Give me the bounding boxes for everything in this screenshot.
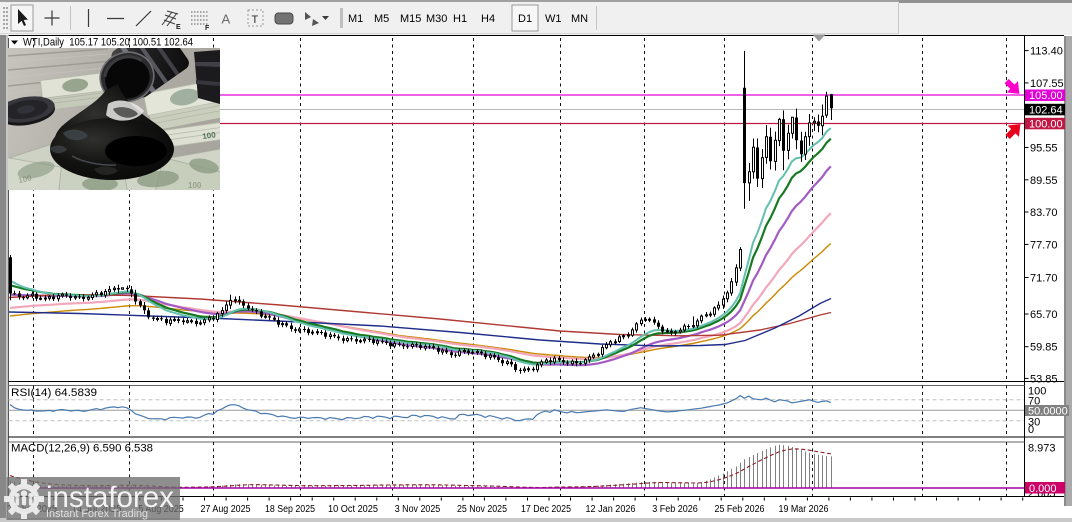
svg-text:M30: M30: [426, 13, 447, 25]
svg-text:19 Mar 2026: 19 Mar 2026: [779, 504, 829, 515]
svg-text:Instant Forex Trading: Instant Forex Trading: [46, 508, 148, 520]
svg-text:107.55: 107.55: [1030, 78, 1064, 90]
svg-text:3 Nov 2025: 3 Nov 2025: [395, 504, 441, 515]
svg-text:0.000: 0.000: [1029, 483, 1057, 495]
svg-text:H1: H1: [453, 13, 467, 25]
svg-text:M5: M5: [374, 13, 389, 25]
svg-text:100: 100: [202, 130, 217, 141]
svg-text:0: 0: [1028, 424, 1034, 436]
svg-text:T: T: [252, 14, 259, 26]
svg-text:H4: H4: [481, 13, 495, 25]
svg-text:25 Nov 2025: 25 Nov 2025: [457, 504, 507, 515]
svg-text:12 Jan 2026: 12 Jan 2026: [586, 504, 636, 515]
svg-text:71.70: 71.70: [1030, 273, 1058, 285]
svg-text:3 Feb 2026: 3 Feb 2026: [652, 504, 698, 515]
svg-text:89.55: 89.55: [1030, 175, 1058, 187]
svg-text:27 Aug 2025: 27 Aug 2025: [201, 504, 251, 515]
svg-text:RSI(14) 64.5839: RSI(14) 64.5839: [11, 387, 97, 399]
svg-text:25 Feb 2026: 25 Feb 2026: [715, 504, 765, 515]
svg-text:100.00: 100.00: [1029, 118, 1063, 130]
svg-text:17 Dec 2025: 17 Dec 2025: [521, 504, 571, 515]
svg-text:95.55: 95.55: [1030, 143, 1058, 155]
svg-text:A: A: [222, 12, 231, 27]
svg-text:83.70: 83.70: [1030, 207, 1058, 219]
svg-text:8.973: 8.973: [1028, 443, 1056, 455]
svg-text:M15: M15: [400, 13, 421, 25]
svg-text:10 Oct 2025: 10 Oct 2025: [328, 504, 378, 515]
svg-text:W1: W1: [545, 13, 562, 25]
svg-text:50.0000: 50.0000: [1028, 405, 1068, 417]
svg-text:18 Sep 2025: 18 Sep 2025: [265, 504, 315, 515]
svg-text:M1: M1: [348, 13, 363, 25]
svg-text:53.85: 53.85: [1030, 373, 1058, 385]
svg-text:77.70: 77.70: [1030, 239, 1058, 251]
svg-text:105.00: 105.00: [1029, 90, 1063, 102]
svg-text:WTI,Daily 105.17 105.20 100.5: WTI,Daily 105.17 105.20 100.51 102.64: [23, 37, 193, 49]
svg-text:F: F: [205, 25, 210, 32]
svg-text:E: E: [176, 24, 181, 31]
svg-text:59.85: 59.85: [1030, 342, 1058, 354]
svg-text:65.70: 65.70: [1030, 309, 1058, 321]
svg-text:102.64: 102.64: [1029, 104, 1063, 116]
svg-text:100: 100: [188, 181, 202, 190]
svg-text:MACD(12,26,9) 6.590 6.538: MACD(12,26,9) 6.590 6.538: [11, 443, 153, 455]
svg-text:MN: MN: [571, 13, 588, 25]
svg-text:D1: D1: [518, 13, 532, 25]
svg-text:113.40: 113.40: [1030, 46, 1063, 58]
